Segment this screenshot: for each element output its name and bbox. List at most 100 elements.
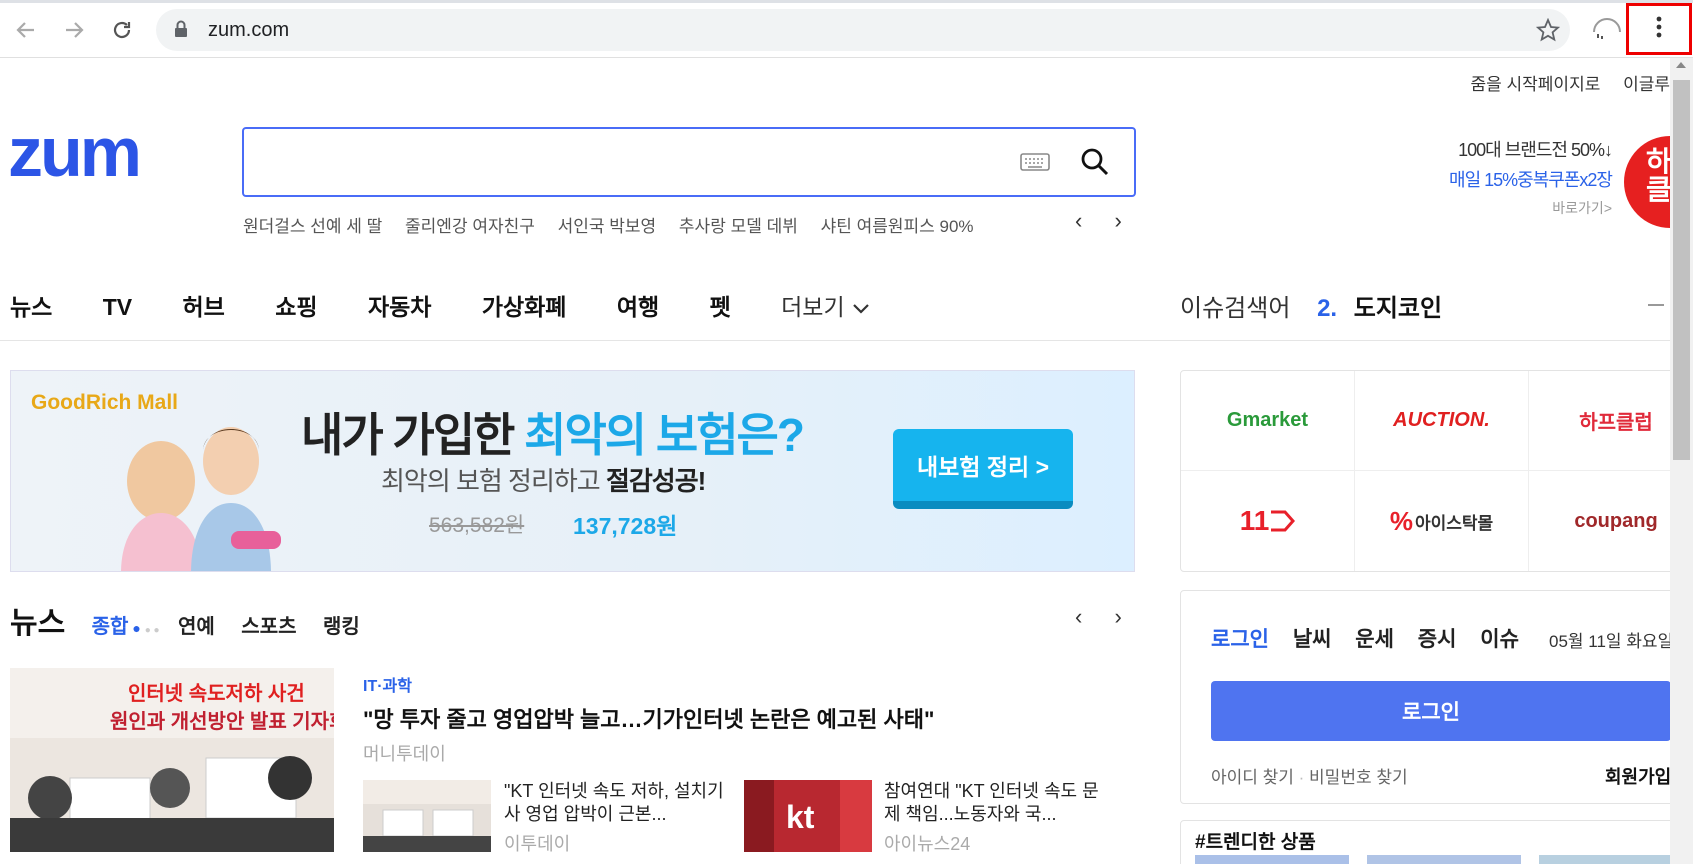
page-scrollbar[interactable] [1670,58,1693,864]
igloo-link[interactable]: 이글루 [1623,75,1670,94]
news-tab-general[interactable]: 종합 [92,616,129,638]
back-icon[interactable] [10,14,42,46]
keyboard-icon[interactable] [1020,151,1050,178]
photo-caption-2: 원인과 개선방안 발표 기자회 [110,710,334,733]
menu-item-hub[interactable]: 허브 [183,288,225,322]
scroll-up-icon[interactable] [1676,62,1686,68]
issue-label: 이슈검색어 [1180,295,1291,322]
browser-menu-button[interactable] [1626,3,1692,55]
svg-text:kt: kt [786,799,815,835]
promo-line1: 100대 브랜드전 50%↓ [1458,140,1613,160]
news-header: 뉴스 종합 ● ● ● 연예 스포츠 랭킹 [10,607,360,640]
chevron-down-icon [852,304,869,314]
minus-icon[interactable] [1648,304,1664,306]
11st-arrow-icon [1271,510,1296,532]
news-item-title[interactable]: "KT 인터넷 속도 저하, 설치기사 영업 압박이 근본... [504,780,724,826]
news-item-source: 아이뉴스24 [884,834,971,854]
news-tab-sports[interactable]: 스포츠 [241,616,296,638]
chevron-right-icon[interactable]: › [1114,604,1121,629]
menu-item-travel[interactable]: 여행 [617,288,659,322]
news-tab-ranking[interactable]: 랭킹 [323,616,360,638]
product-thumb[interactable] [1539,855,1670,864]
zum-logo[interactable]: zum [8,113,198,195]
tab-stocks[interactable]: 증시 [1418,628,1457,651]
find-links: 아이디 찾기 · 비밀번호 찾기 [1211,768,1408,787]
reload-icon[interactable] [106,14,138,46]
shop-auction[interactable]: AUCTION. [1355,371,1529,471]
news-arrows: ‹ › [1075,604,1122,630]
tab-fortune[interactable]: 운세 [1355,628,1394,651]
menu-item-news[interactable]: 뉴스 [10,288,52,322]
shop-halfclub[interactable]: 하프클럽 [1529,371,1670,471]
trendy-title: #트렌디한 상품 [1195,832,1316,853]
login-panel-tabs: 로그인 날씨 운세 증시 이슈 [1211,623,1537,653]
ad-banner[interactable]: GoodRich Mall 내가 가입한 최악의 보험은? 최악의 보험 정리하… [10,370,1135,572]
news-source: 머니투데이 [363,744,446,764]
trending-keyword[interactable]: 샤틴 여름원피스 90% [821,217,974,236]
tab-weather[interactable]: 날씨 [1293,628,1332,651]
news-section-title: 뉴스 [10,607,66,640]
menu-item-car[interactable]: 자동차 [368,288,431,322]
news-headline[interactable]: "망 투자 줄고 영업압박 늘고…기가인터넷 논란은 예고된 사태" [363,702,934,734]
login-button[interactable]: 로그인 [1211,681,1670,741]
issue-keyword[interactable]: 도지코인 [1354,295,1442,322]
menu-item-tv[interactable]: TV [103,294,132,321]
menu-divider [0,340,1670,341]
banner-cta-button[interactable]: 내보험 정리 > [893,429,1073,509]
shop-gmarket[interactable]: Gmarket [1181,371,1355,471]
issue-keyword-ticker[interactable]: 이슈검색어 2. 도지코인 [1180,288,1442,323]
news-tab-entertainment[interactable]: 연예 [178,616,215,638]
tab-issue[interactable]: 이슈 [1480,628,1519,651]
menu-item-crypto[interactable]: 가상화폐 [482,288,567,322]
istock-logo-icon: % [1389,505,1413,536]
trending-keyword[interactable]: 줄리엔강 여자친구 [405,217,535,236]
profile-icon[interactable] [1590,12,1624,51]
promo-badge[interactable]: 하프 클 [1624,136,1670,228]
news-item-title[interactable]: 참여연대 "KT 인터넷 속도 문제 책임...노동자와 국... [884,780,1104,826]
trendy-products: #트렌디한 상품 [1180,820,1670,864]
news-main-photo[interactable]: 인터넷 속도저하 사건 원인과 개선방안 발표 기자회 [10,668,334,852]
tab-strip-edge [0,0,1693,3]
news-item-thumb[interactable]: kt [744,780,872,852]
promo-ad[interactable]: 100대 브랜드전 50%↓ 매일 15%중복쿠폰x2장 바로가기> [1420,136,1613,218]
browser-toolbar: zum.com [0,0,1693,58]
search-icon[interactable] [1080,147,1110,182]
shop-istockmall[interactable]: % 아이스탁몰 [1355,471,1529,571]
trending-keyword[interactable]: 서인국 박보영 [558,217,657,236]
menu-item-shopping[interactable]: 쇼핑 [275,288,317,322]
join-link[interactable]: 회원가입 [1605,763,1670,789]
shop-coupang[interactable]: coupang [1529,471,1670,571]
search-input[interactable] [242,127,1136,197]
url-text[interactable]: zum.com [208,19,289,42]
chevron-left-icon[interactable]: ‹ [1075,604,1082,629]
menu-more-label: 더보기 [781,294,845,320]
banner-subline: 최악의 보험 정리하고 절감성공! [381,466,706,496]
promo-link[interactable]: 바로가기> [1420,198,1612,218]
product-thumb[interactable] [1367,855,1521,864]
chevron-left-icon[interactable]: ‹ [1075,208,1082,233]
menu-item-pet[interactable]: 펫 [710,288,731,322]
trending-keyword[interactable]: 원더걸스 선예 세 딸 [243,217,382,236]
today-date: 05월 11일 화요일 [1549,632,1670,651]
address-bar[interactable]: zum.com [156,9,1570,51]
shop-11st[interactable]: 11 [1181,471,1355,571]
product-thumb[interactable] [1195,855,1349,864]
find-password-link[interactable]: 비밀번호 찾기 [1309,768,1408,787]
tab-login[interactable]: 로그인 [1211,628,1269,651]
login-panel: 로그인 날씨 운세 증시 이슈 05월 11일 화요일 로그인 아이디 찾기 ·… [1180,590,1670,804]
promo-line2: 매일 15%중복쿠폰x2장 [1449,170,1613,190]
forward-icon[interactable] [58,14,90,46]
star-icon[interactable] [1535,17,1561,47]
news-category[interactable]: IT·과학 [363,672,412,696]
scroll-thumb[interactable] [1673,80,1690,460]
issue-rank: 2. [1317,295,1338,322]
banner-people-illustration [121,427,281,571]
set-start-page-link[interactable]: 줌을 시작페이지로 [1471,75,1601,94]
menu-more-button[interactable]: 더보기 [781,288,869,322]
news-item-thumb[interactable] [363,780,491,852]
lock-icon [174,20,188,43]
trending-keyword[interactable]: 추사랑 모델 데뷔 [679,217,798,236]
page-content: 줌을 시작페이지로 이글루 zum 원더걸스 선예 세 딸 줄리엔강 여자친구 … [0,58,1670,864]
chevron-right-icon[interactable]: › [1114,208,1121,233]
find-id-link[interactable]: 아이디 찾기 [1211,768,1294,787]
